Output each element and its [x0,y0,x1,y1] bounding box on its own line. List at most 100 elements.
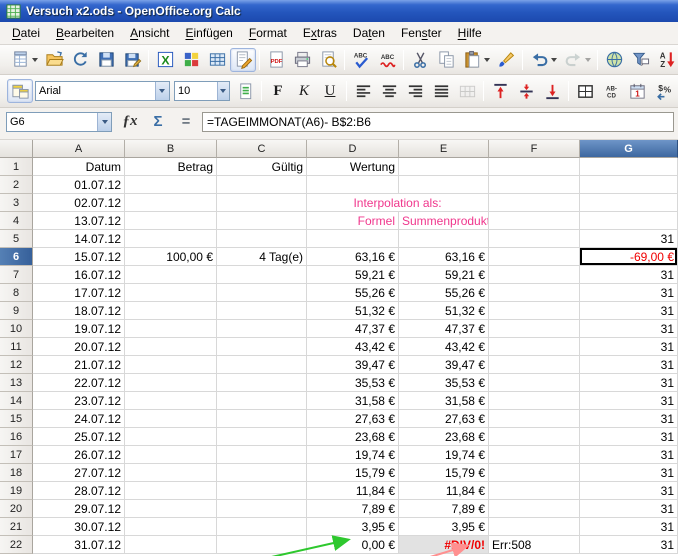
cell-C4[interactable] [217,212,307,230]
row-header-4[interactable]: 4 [0,212,33,230]
equals-button[interactable]: = [174,112,198,132]
row-header-1[interactable]: 1 [0,158,33,176]
cell-G18[interactable]: 31 [580,464,678,482]
cell-E4[interactable]: Summenprodukt [399,212,489,230]
cell-D5[interactable] [307,230,399,248]
cell-G1[interactable] [580,158,678,176]
cell-C15[interactable] [217,410,307,428]
cell-G4[interactable] [580,212,678,230]
cell-D12[interactable]: 39,47 € [307,356,399,374]
cell-F6[interactable] [489,248,580,266]
sum-button[interactable]: Σ [146,112,170,132]
font-name-combo[interactable] [35,81,170,101]
cell-F8[interactable] [489,284,580,302]
spellcheck-button[interactable]: ABC [348,48,374,72]
cell-A4[interactable]: 13.07.12 [33,212,125,230]
name-box-dropdown-button[interactable] [97,113,111,131]
cell-D4[interactable]: Formel [307,212,399,230]
print-button[interactable] [289,48,315,72]
cell-G21[interactable]: 31 [580,518,678,536]
cell-C17[interactable] [217,446,307,464]
cell-A15[interactable]: 24.07.12 [33,410,125,428]
cell-D8[interactable]: 55,26 € [307,284,399,302]
cell-C5[interactable] [217,230,307,248]
cell-F2[interactable] [489,176,580,194]
column-header-B[interactable]: B [125,140,217,158]
cell-E21[interactable]: 3,95 € [399,518,489,536]
cell-B1[interactable]: Betrag [125,158,217,176]
font-size-combo[interactable] [174,81,230,101]
cell-B12[interactable] [125,356,217,374]
cell-G15[interactable]: 31 [580,410,678,428]
cell-E14[interactable]: 31,58 € [399,392,489,410]
cell-D22[interactable]: 0,00 € [307,536,399,554]
cell-C7[interactable] [217,266,307,284]
cell-A8[interactable]: 17.07.12 [33,284,125,302]
cell-G14[interactable]: 31 [580,392,678,410]
row-header-16[interactable]: 16 [0,428,33,446]
menu-daten[interactable]: Daten [345,23,393,43]
cell-C11[interactable] [217,338,307,356]
cell-B4[interactable] [125,212,217,230]
document-green-button[interactable] [232,79,258,103]
row-header-8[interactable]: 8 [0,284,33,302]
cell-G3[interactable] [580,194,678,212]
cell-D2[interactable] [307,176,399,194]
cell-F5[interactable] [489,230,580,248]
cell-F10[interactable] [489,320,580,338]
row-header-20[interactable]: 20 [0,500,33,518]
menu-ansicht[interactable]: Ansicht [122,23,177,43]
cell-F15[interactable] [489,410,580,428]
cell-A6[interactable]: 15.07.12 [33,248,125,266]
cell-G20[interactable]: 31 [580,500,678,518]
cell-E19[interactable]: 11,84 € [399,482,489,500]
cell-E2[interactable] [399,176,489,194]
cell-D14[interactable]: 31,58 € [307,392,399,410]
cell-F18[interactable] [489,464,580,482]
cell-F4[interactable] [489,212,580,230]
row-header-7[interactable]: 7 [0,266,33,284]
cell-A21[interactable]: 30.07.12 [33,518,125,536]
cell-C16[interactable] [217,428,307,446]
cell-G12[interactable]: 31 [580,356,678,374]
undo-button[interactable] [526,48,560,72]
bold-button[interactable]: F [265,79,291,103]
cell-E6[interactable]: 63,16 € [399,248,489,266]
cell-F17[interactable] [489,446,580,464]
row-header-13[interactable]: 13 [0,374,33,392]
cell-B8[interactable] [125,284,217,302]
cell-C3[interactable] [217,194,307,212]
cell-C18[interactable] [217,464,307,482]
cell-D7[interactable]: 59,21 € [307,266,399,284]
column-header-A[interactable]: A [33,140,125,158]
align-center-button[interactable] [376,79,402,103]
column-header-C[interactable]: C [217,140,307,158]
cell-G5[interactable]: 31 [580,230,678,248]
cell-E1[interactable] [399,158,489,176]
row-header-11[interactable]: 11 [0,338,33,356]
auto-spellcheck-button[interactable]: ABC [374,48,400,72]
cell-A10[interactable]: 19.07.12 [33,320,125,338]
row-header-5[interactable]: 5 [0,230,33,248]
column-header-E[interactable]: E [399,140,489,158]
cell-C13[interactable] [217,374,307,392]
cell-D3[interactable]: Interpolation als: [307,194,489,212]
row-header-21[interactable]: 21 [0,518,33,536]
cell-G19[interactable]: 31 [580,482,678,500]
cell-F14[interactable] [489,392,580,410]
hyperlink-globe-button[interactable] [601,48,627,72]
underline-button[interactable]: U [317,79,343,103]
cell-B11[interactable] [125,338,217,356]
cell-B10[interactable] [125,320,217,338]
align-justify-button[interactable] [428,79,454,103]
cell-C8[interactable] [217,284,307,302]
cell-F19[interactable] [489,482,580,500]
cell-D10[interactable]: 47,37 € [307,320,399,338]
cell-E8[interactable]: 55,26 € [399,284,489,302]
cell-E22[interactable]: #DIV/0! [399,536,489,554]
cell-D18[interactable]: 15,79 € [307,464,399,482]
cell-D21[interactable]: 3,95 € [307,518,399,536]
cell-B15[interactable] [125,410,217,428]
cell-G6[interactable]: -69,00 € [580,248,678,266]
cell-B7[interactable] [125,266,217,284]
